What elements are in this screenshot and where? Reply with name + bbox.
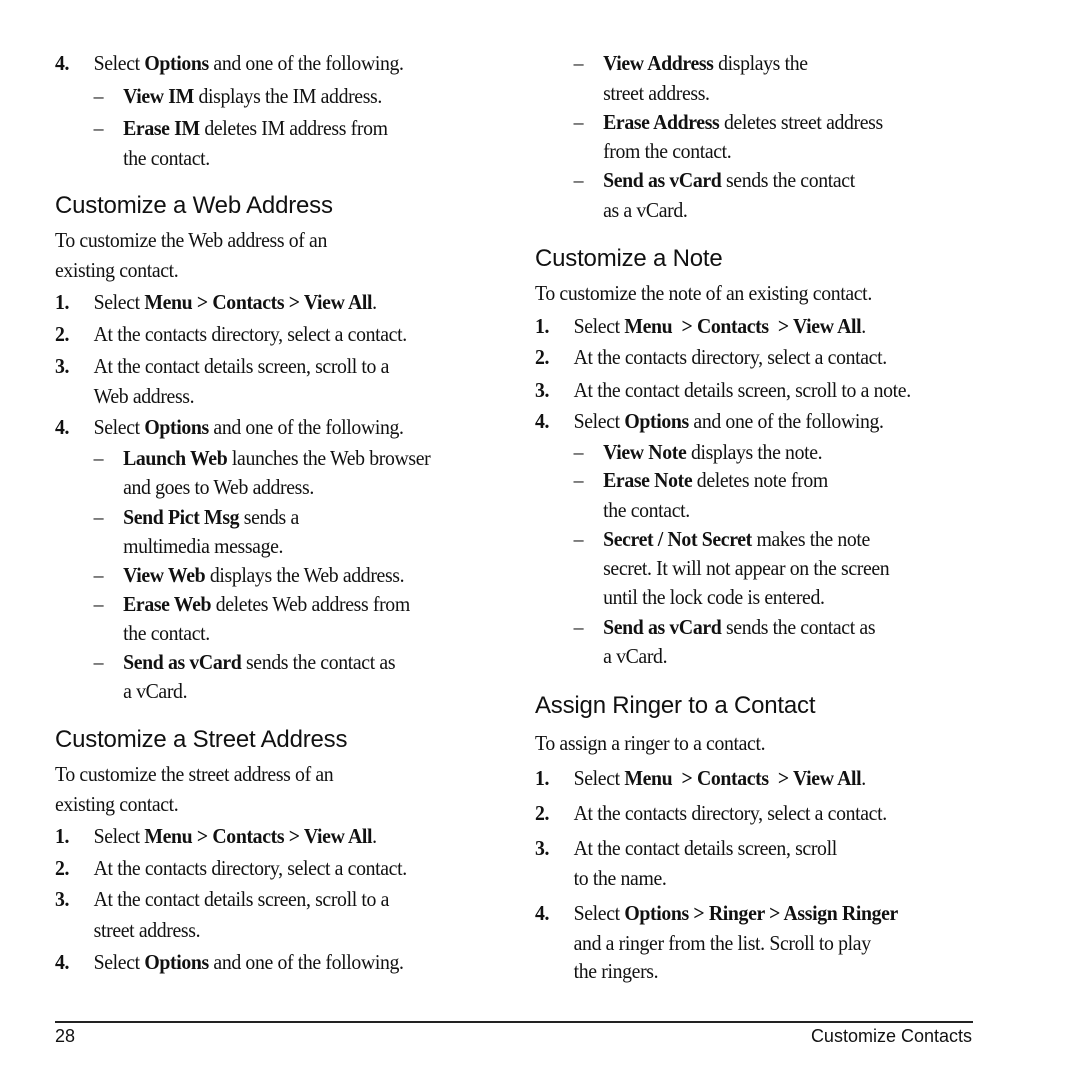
section-heading-assign-ringer: Assign Ringer to a Contact [535, 692, 816, 719]
section-intro: existing contact. [55, 258, 179, 282]
section-intro: To assign a ringer to a contact. [535, 731, 766, 755]
section-intro: To customize the Web address of an [55, 228, 327, 252]
page-number: 28 [55, 1026, 76, 1046]
section-intro: existing contact. [55, 792, 179, 816]
section-heading-note: Customize a Note [535, 245, 723, 272]
section-heading-street-address: Customize a Street Address [55, 726, 348, 753]
section-heading-web-address: Customize a Web Address [55, 192, 333, 219]
section-intro: To customize the note of an existing con… [535, 281, 872, 305]
footer-divider [55, 1021, 973, 1023]
footer-section-title: Customize Contacts [810, 1026, 972, 1046]
section-intro: To customize the street address of an [55, 762, 334, 786]
